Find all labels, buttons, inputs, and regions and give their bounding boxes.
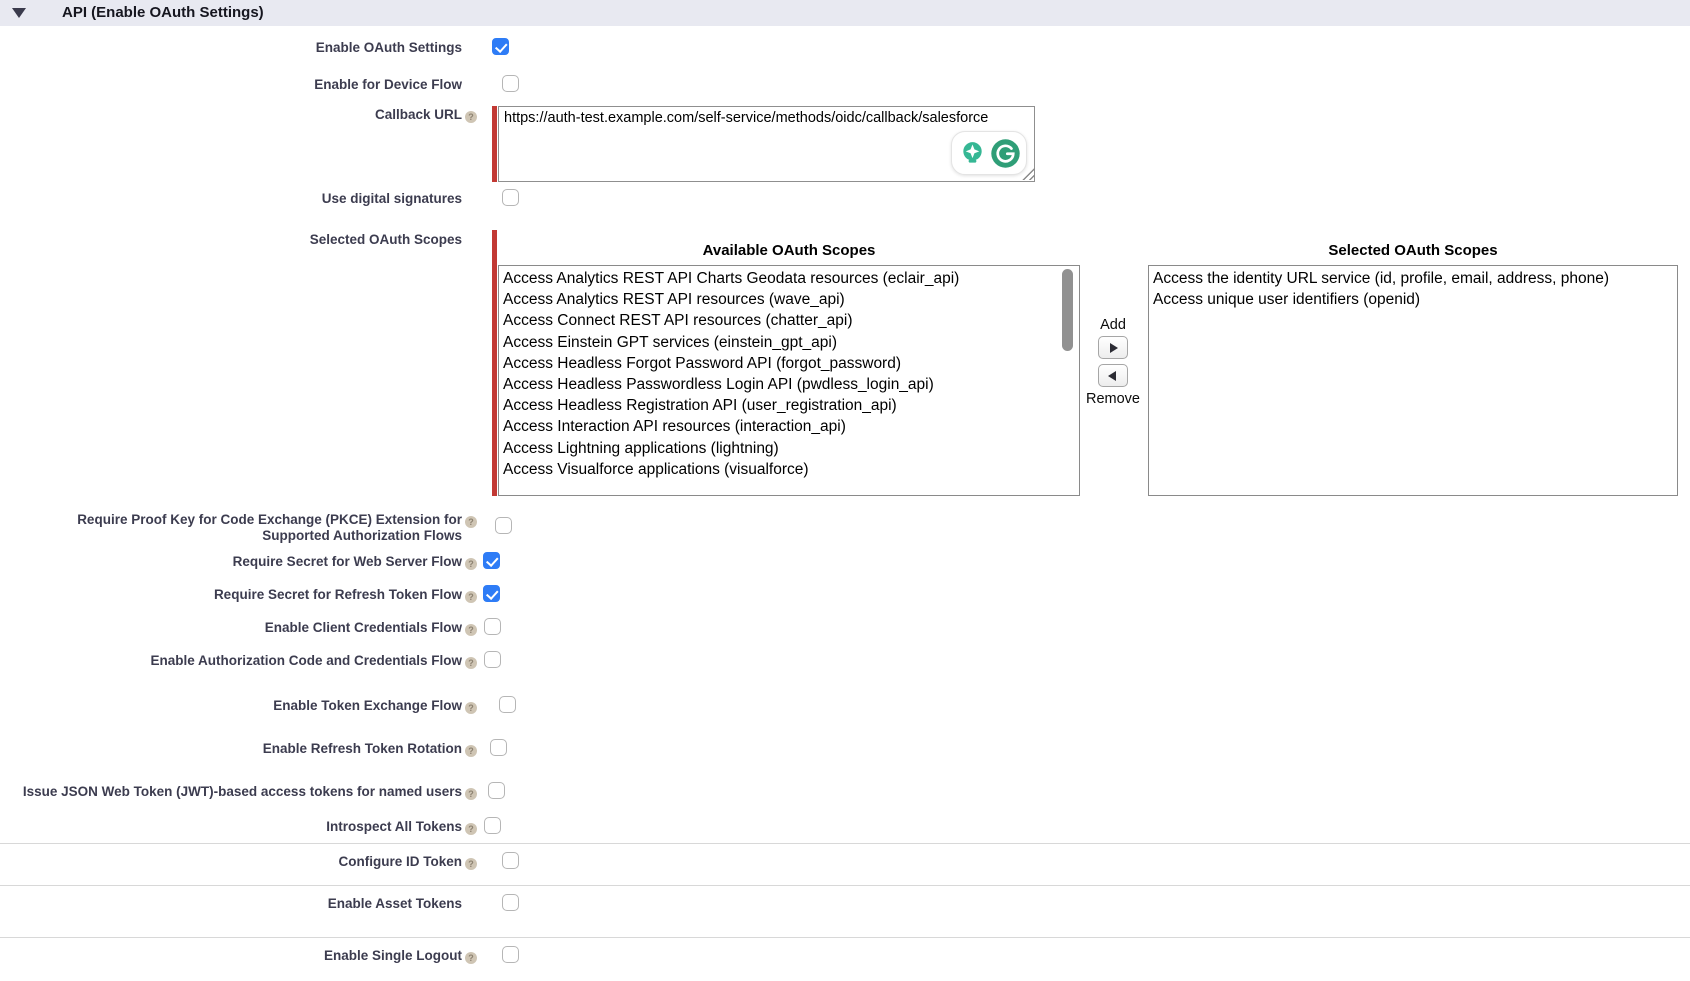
grammarly-icon[interactable] xyxy=(990,138,1021,169)
jwt-tokens-checkbox[interactable] xyxy=(488,782,505,799)
help-icon[interactable] xyxy=(465,823,477,835)
row-divider xyxy=(0,885,1690,886)
digital-signatures-label: Use digital signatures xyxy=(0,191,462,206)
digital-signatures-checkbox[interactable] xyxy=(502,189,519,206)
collapse-triangle-icon[interactable] xyxy=(12,8,26,18)
enable-oauth-label: Enable OAuth Settings xyxy=(0,40,462,55)
help-icon[interactable] xyxy=(465,624,477,636)
required-field-bar xyxy=(492,106,497,182)
secret-refresh-token-checkbox[interactable] xyxy=(483,585,500,602)
help-icon[interactable] xyxy=(465,858,477,870)
scope-option[interactable]: Access Analytics REST API Charts Geodata… xyxy=(499,268,1079,289)
scope-option[interactable]: Access Visualforce applications (visualf… xyxy=(499,459,1079,480)
help-icon[interactable] xyxy=(465,516,477,528)
scope-option[interactable]: Access Interaction API resources (intera… xyxy=(499,416,1079,437)
refresh-rotation-checkbox[interactable] xyxy=(490,739,507,756)
help-icon[interactable] xyxy=(465,952,477,964)
token-exchange-label: Enable Token Exchange Flow xyxy=(0,698,462,714)
help-icon[interactable] xyxy=(465,745,477,757)
pkce-checkbox[interactable] xyxy=(495,517,512,534)
suggestion-bulb-icon[interactable] xyxy=(958,139,987,168)
arrow-right-icon xyxy=(1110,343,1118,353)
single-logout-checkbox[interactable] xyxy=(502,946,519,963)
help-icon[interactable] xyxy=(465,657,477,669)
available-scopes-listbox[interactable]: Access Analytics REST API Charts Geodata… xyxy=(498,265,1080,496)
scope-option[interactable]: Access Headless Forgot Password API (for… xyxy=(499,353,1079,374)
selected-scopes-listbox[interactable]: Access the identity URL service (id, pro… xyxy=(1148,265,1678,496)
help-icon[interactable] xyxy=(465,591,477,603)
remove-scope-button[interactable] xyxy=(1098,364,1128,387)
scope-option[interactable]: Access Headless Registration API (user_r… xyxy=(499,395,1079,416)
auth-code-credentials-checkbox[interactable] xyxy=(484,651,501,668)
device-flow-checkbox[interactable] xyxy=(502,75,519,92)
remove-label: Remove xyxy=(1080,391,1146,407)
section-header: API (Enable OAuth Settings) xyxy=(0,0,1690,26)
grammar-extension-widget[interactable] xyxy=(951,131,1027,175)
configure-id-token-checkbox[interactable] xyxy=(502,852,519,869)
help-icon[interactable] xyxy=(465,111,477,123)
listbox-scrollbar-thumb[interactable] xyxy=(1062,269,1073,351)
oauth-settings-section: API (Enable OAuth Settings) Enable OAuth… xyxy=(0,0,1690,981)
help-icon[interactable] xyxy=(465,702,477,714)
add-label: Add xyxy=(1080,317,1146,333)
row-divider xyxy=(0,937,1690,938)
add-scope-button[interactable] xyxy=(1098,336,1128,359)
scope-option[interactable]: Access Connect REST API resources (chatt… xyxy=(499,310,1079,331)
secret-refresh-token-label: Require Secret for Refresh Token Flow xyxy=(0,587,462,603)
secret-web-server-label: Require Secret for Web Server Flow xyxy=(0,554,462,570)
pkce-label: Require Proof Key for Code Exchange (PKC… xyxy=(0,512,462,543)
scope-option[interactable]: Access the identity URL service (id, pro… xyxy=(1149,268,1677,289)
secret-web-server-checkbox[interactable] xyxy=(483,552,500,569)
scope-option[interactable]: Access Analytics REST API resources (wav… xyxy=(499,289,1079,310)
introspect-checkbox[interactable] xyxy=(484,817,501,834)
available-scopes-title: Available OAuth Scopes xyxy=(498,242,1080,259)
scope-option[interactable]: Access unique user identifiers (openid) xyxy=(1149,289,1677,310)
single-logout-label: Enable Single Logout xyxy=(0,948,462,964)
callback-url-label: Callback URL xyxy=(0,107,462,123)
token-exchange-checkbox[interactable] xyxy=(499,696,516,713)
help-icon[interactable] xyxy=(465,788,477,800)
row-divider xyxy=(0,843,1690,844)
asset-tokens-checkbox[interactable] xyxy=(502,894,519,911)
client-credentials-label: Enable Client Credentials Flow xyxy=(0,620,462,636)
asset-tokens-label: Enable Asset Tokens xyxy=(0,896,462,911)
refresh-rotation-label: Enable Refresh Token Rotation xyxy=(0,741,462,757)
arrow-left-icon xyxy=(1108,371,1116,381)
enable-oauth-checkbox[interactable] xyxy=(492,38,509,55)
textarea-resize-handle[interactable] xyxy=(1021,166,1035,180)
selected-scopes-title: Selected OAuth Scopes xyxy=(1148,242,1678,259)
introspect-label: Introspect All Tokens xyxy=(0,819,462,835)
scope-option[interactable]: Access Lightning applications (lightning… xyxy=(499,438,1079,459)
section-title: API (Enable OAuth Settings) xyxy=(62,0,264,26)
help-icon[interactable] xyxy=(465,558,477,570)
oauth-scopes-label: Selected OAuth Scopes xyxy=(0,232,462,247)
scope-option[interactable]: Access Einstein GPT services (einstein_g… xyxy=(499,332,1079,353)
scope-option[interactable]: Access Headless Passwordless Login API (… xyxy=(499,374,1079,395)
configure-id-token-label: Configure ID Token xyxy=(0,854,462,870)
device-flow-label: Enable for Device Flow xyxy=(0,77,462,92)
client-credentials-checkbox[interactable] xyxy=(484,618,501,635)
jwt-tokens-label: Issue JSON Web Token (JWT)-based access … xyxy=(0,784,462,800)
required-field-bar xyxy=(492,230,497,496)
auth-code-credentials-label: Enable Authorization Code and Credential… xyxy=(0,653,462,669)
